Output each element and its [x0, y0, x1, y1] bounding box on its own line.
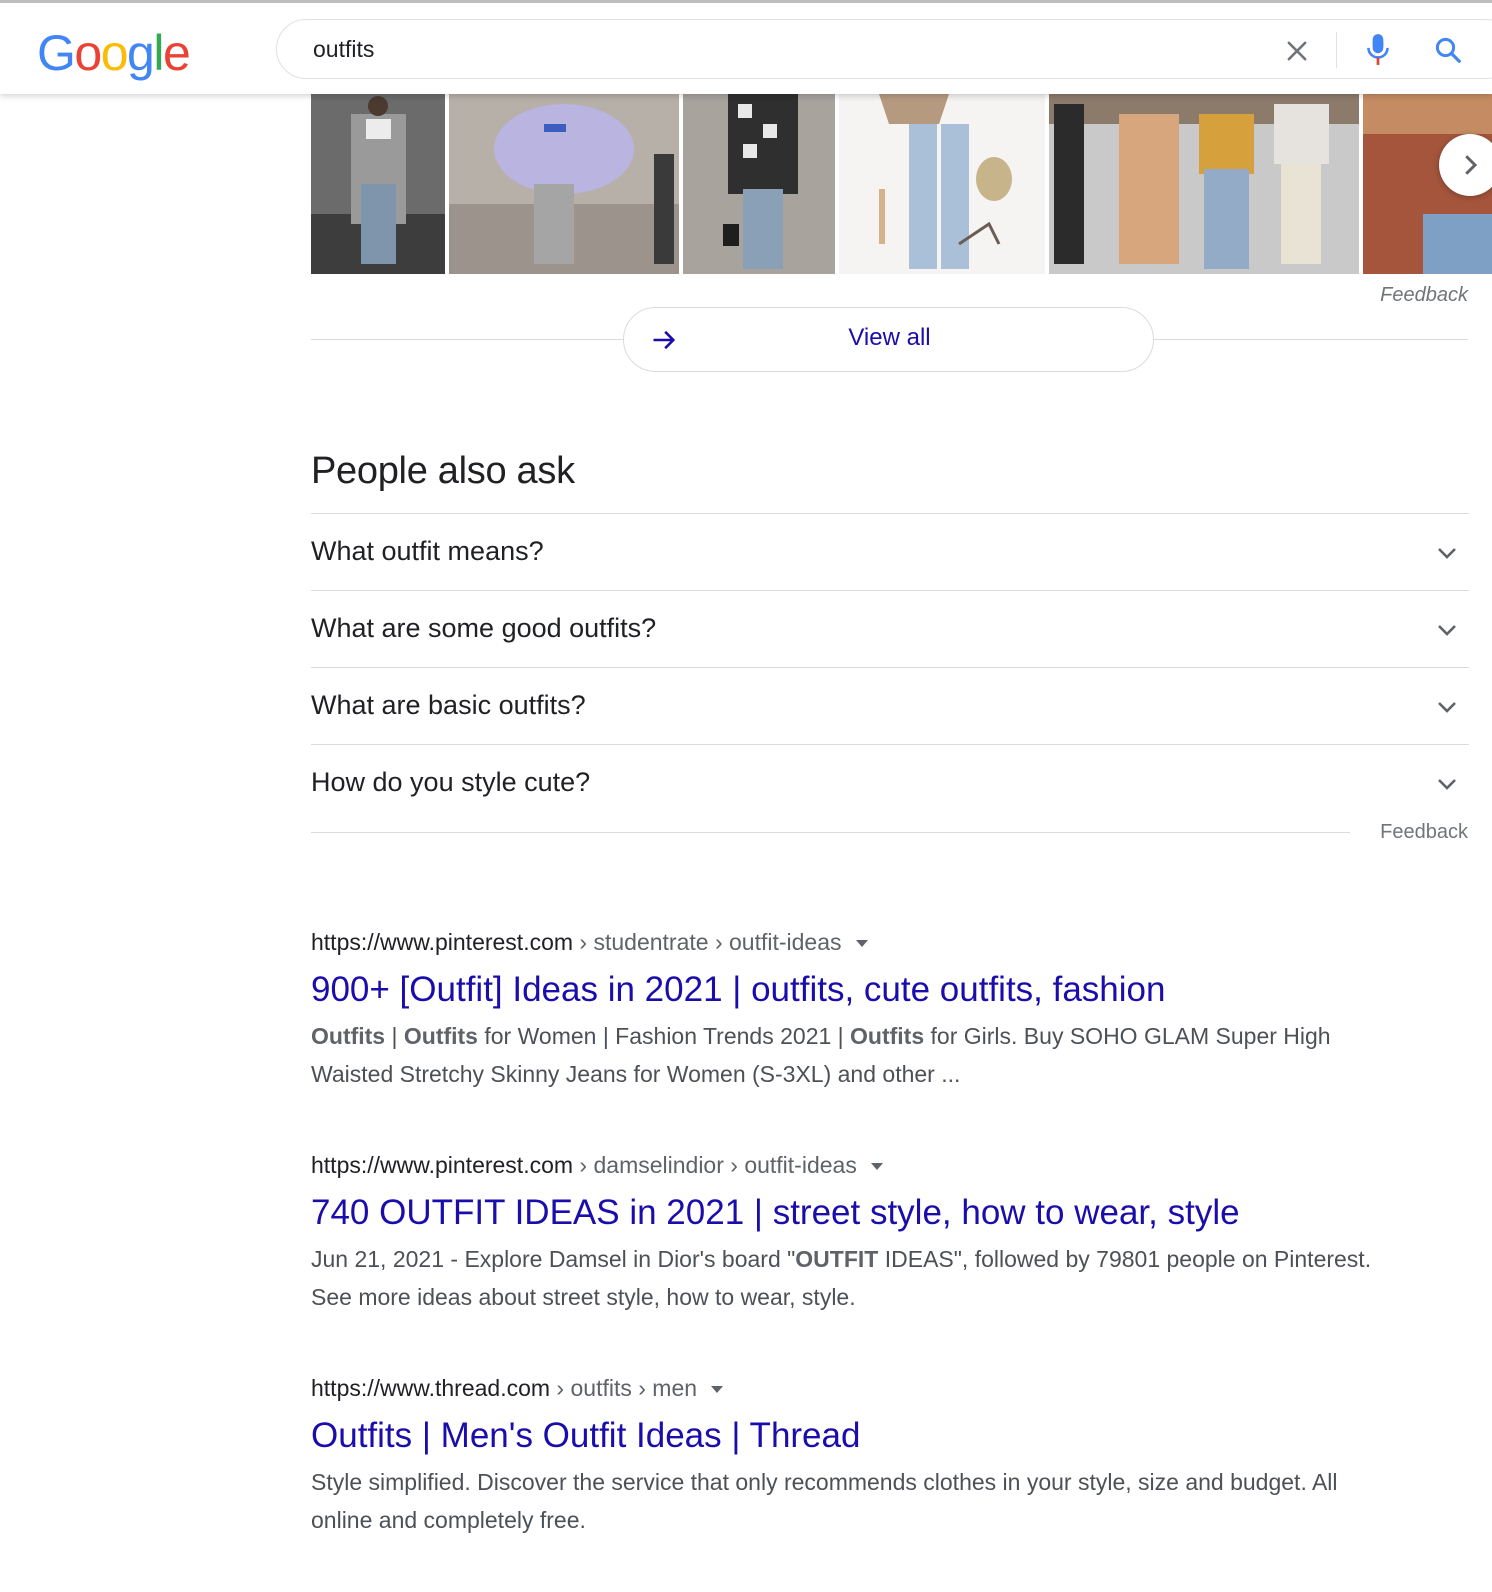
image-thumbnail[interactable] [449, 94, 679, 274]
image-carousel-next-button[interactable] [1439, 134, 1492, 196]
result-domain: https://www.thread.com [311, 1375, 551, 1401]
result-breadcrumb: › studentrate › outfit-ideas [573, 929, 842, 955]
snippet-highlight: Outfits [850, 1023, 925, 1049]
people-also-ask-list: What outfit means? What are some good ou… [311, 513, 1469, 821]
result-url[interactable]: https://www.pinterest.com › damselindior… [311, 1150, 1391, 1180]
result-breadcrumb: › outfits › men [550, 1375, 698, 1401]
search-header: Google [0, 0, 1492, 94]
snippet-highlight: Outfits [311, 1023, 386, 1049]
view-all-divider-left [311, 339, 623, 340]
google-logo[interactable]: Google [37, 23, 191, 83]
result-title-link[interactable]: 900+ [Outfit] Ideas in 2021 | outfits, c… [311, 969, 1391, 1011]
paa-question-text: What are some good outfits? [311, 613, 657, 643]
result-breadcrumb: › damselindior › outfit-ideas [573, 1152, 857, 1178]
paa-question[interactable]: What are basic outfits? [311, 667, 1469, 744]
search-box[interactable] [276, 19, 1492, 79]
snippet-text: for Women | Fashion Trends 2021 | [477, 1023, 851, 1049]
logo-letter: g [127, 25, 155, 81]
chevron-down-icon [1438, 548, 1456, 559]
caret-down-icon[interactable] [855, 940, 868, 948]
microphone-icon[interactable] [1365, 33, 1391, 67]
paa-question-text: How do you style cute? [311, 767, 591, 797]
result-snippet: Style simplified. Discover the service t… [311, 1463, 1391, 1539]
search-divider [1336, 32, 1337, 68]
chevron-right-icon [1465, 155, 1478, 175]
paa-question[interactable]: How do you style cute? [311, 744, 1469, 821]
snippet-text: | [385, 1023, 404, 1049]
image-thumbnail[interactable] [311, 94, 445, 274]
image-thumbnail[interactable] [1049, 94, 1359, 274]
paa-bottom-divider [311, 832, 1350, 833]
search-result: https://www.thread.com › outfits › men O… [311, 1373, 1391, 1539]
view-all-button[interactable]: View all [623, 307, 1154, 372]
logo-letter: e [162, 25, 191, 81]
snippet-text: Style simplified. Discover the service t… [311, 1469, 1338, 1533]
images-feedback-link[interactable]: Feedback [1360, 284, 1468, 307]
people-also-ask-title: People also ask [311, 450, 575, 492]
paa-question[interactable]: What outfit means? [311, 513, 1469, 590]
paa-feedback-link[interactable]: Feedback [1360, 821, 1468, 844]
result-snippet: Outfits | Outfits for Women | Fashion Tr… [311, 1017, 1391, 1093]
result-title-link[interactable]: 740 OUTFIT IDEAS in 2021 | street style,… [311, 1192, 1391, 1234]
search-result: https://www.pinterest.com › damselindior… [311, 1150, 1391, 1316]
chevron-down-icon [1438, 702, 1456, 713]
image-thumbnail[interactable] [839, 94, 1045, 274]
view-all-divider-right [1154, 339, 1468, 340]
search-input[interactable] [313, 32, 1213, 66]
logo-letter: o [100, 25, 129, 81]
image-results-strip [311, 94, 1492, 274]
paa-question-text: What are basic outfits? [311, 690, 586, 720]
image-thumbnail[interactable] [683, 94, 835, 274]
search-icon[interactable] [1433, 35, 1463, 65]
paa-question[interactable]: What are some good outfits? [311, 590, 1469, 667]
chevron-down-icon [1438, 625, 1456, 636]
result-domain: https://www.pinterest.com [311, 929, 574, 955]
snippet-highlight: OUTFIT [795, 1246, 879, 1272]
paa-question-text: What outfit means? [311, 536, 544, 566]
chevron-down-icon [1438, 779, 1456, 790]
caret-down-icon[interactable] [711, 1386, 724, 1394]
snippet-text: Jun 21, 2021 - Explore Damsel in Dior's … [311, 1246, 796, 1272]
view-all-label: View all [848, 324, 931, 351]
result-snippet: Jun 21, 2021 - Explore Damsel in Dior's … [311, 1240, 1391, 1316]
search-result: https://www.pinterest.com › studentrate … [311, 927, 1391, 1093]
logo-letter: o [74, 25, 102, 81]
snippet-highlight: Outfits [403, 1023, 478, 1049]
caret-down-icon[interactable] [870, 1163, 883, 1171]
logo-letter: l [153, 25, 164, 81]
close-icon[interactable] [1283, 37, 1311, 65]
result-url[interactable]: https://www.pinterest.com › studentrate … [311, 927, 1391, 957]
result-domain: https://www.pinterest.com [311, 1152, 574, 1178]
logo-letter: G [37, 25, 76, 81]
result-title-link[interactable]: Outfits | Men's Outfit Ideas | Thread [311, 1415, 1391, 1457]
result-url[interactable]: https://www.thread.com › outfits › men [311, 1373, 1391, 1403]
